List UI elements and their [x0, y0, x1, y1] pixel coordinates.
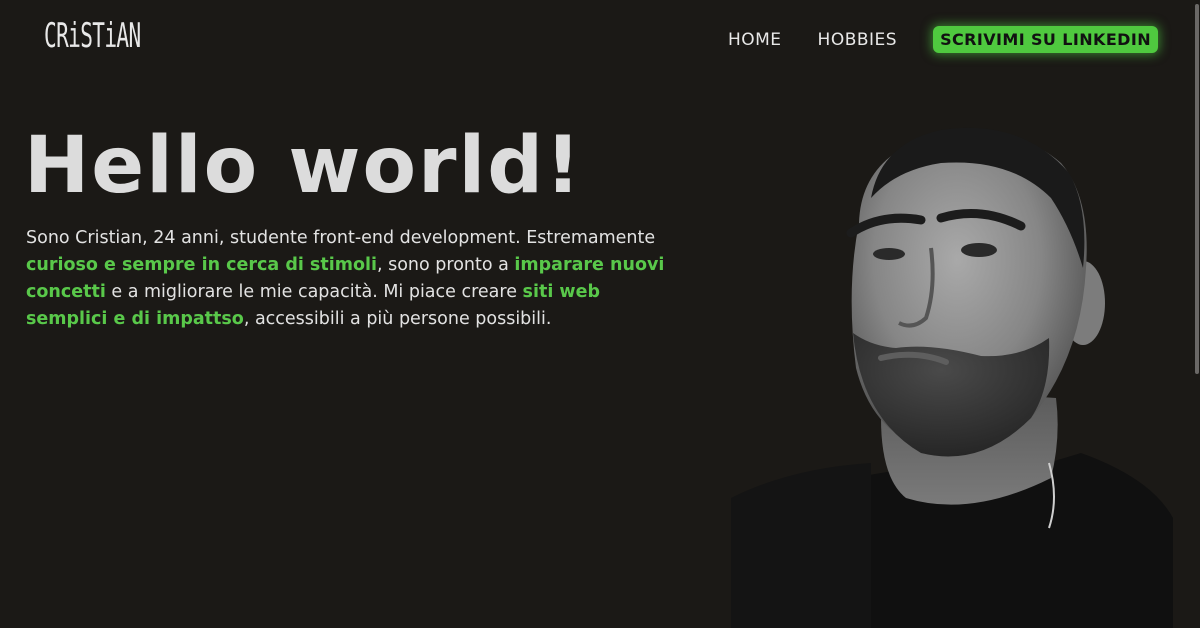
- hero-text-segment: , accessibili a più persone possibili.: [243, 309, 552, 329]
- hero-text-segment: e a migliorare le mie capacità. Mi piace…: [105, 282, 523, 302]
- hero-highlight-curious: curioso e sempre in cerca di stimoli: [26, 255, 377, 275]
- scrollbar-thumb[interactable]: [1195, 4, 1199, 374]
- hero-title: Hello world!: [24, 121, 583, 211]
- logo[interactable]: CRiSTiAN: [44, 14, 141, 58]
- linkedin-cta-button[interactable]: SCRIVIMI SU LINKEDIN: [933, 26, 1158, 53]
- scrollbar[interactable]: [1193, 0, 1199, 628]
- hero-text-segment: , sono pronto a: [376, 255, 515, 275]
- nav-hobbies-link[interactable]: HOBBIES: [818, 30, 898, 50]
- nav-home-link[interactable]: HOME: [728, 30, 782, 50]
- hero-text-segment: Sono Cristian, 24 anni, studente front-e…: [26, 228, 656, 248]
- main-nav: HOME HOBBIES SCRIVIMI SU LINKEDIN: [728, 26, 1158, 53]
- portrait-photo: [731, 118, 1173, 628]
- hero-description: Sono Cristian, 24 anni, studente front-e…: [26, 225, 686, 333]
- page: CRiSTiAN HOME HOBBIES SCRIVIMI SU LINKED…: [0, 0, 1200, 628]
